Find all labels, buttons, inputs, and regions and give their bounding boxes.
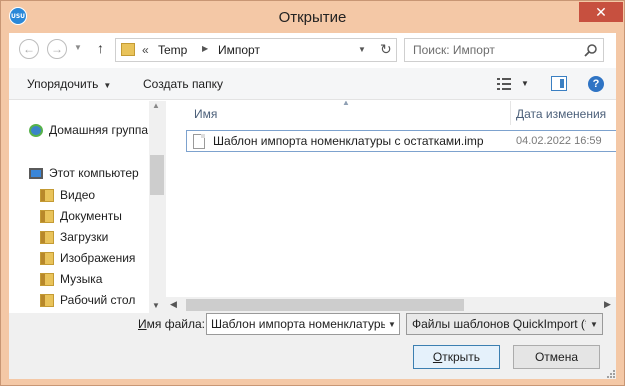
nav-item-label: Музыка bbox=[60, 272, 103, 286]
filename-value: Шаблон импорта номенклатуры с остатками.… bbox=[211, 317, 399, 331]
breadcrumb-overflow[interactable]: « bbox=[142, 43, 149, 57]
open-file-dialog: USU Открытие ✕ ← → ▼ ↑ « Temp ▶ Импорт ▼… bbox=[0, 0, 625, 386]
back-button[interactable]: ← bbox=[19, 39, 39, 59]
video-folder-icon bbox=[40, 188, 54, 202]
breadcrumb-temp[interactable]: Temp bbox=[158, 43, 187, 57]
documents-folder-icon bbox=[40, 209, 54, 223]
column-headers: ▲ Имя Дата изменения bbox=[166, 101, 616, 125]
nav-item-label: Изображения bbox=[60, 251, 136, 265]
file-row[interactable]: Шаблон импорта номенклатуры с остатками.… bbox=[186, 130, 616, 152]
nav-item-videos[interactable]: Видео bbox=[40, 186, 95, 204]
file-list: ▲ Имя Дата изменения Шаблон импорта номе… bbox=[165, 101, 616, 313]
music-folder-icon bbox=[40, 272, 54, 286]
open-button[interactable]: Открыть bbox=[413, 345, 500, 369]
dialog-client-area: ← → ▼ ↑ « Temp ▶ Импорт ▼ ↻ Поиск: Импор… bbox=[9, 33, 616, 379]
folder-icon bbox=[121, 43, 135, 56]
dialog-footer: Имя файла: Шаблон импорта номенклатуры с… bbox=[9, 313, 616, 379]
nav-item-downloads[interactable]: Загрузки bbox=[40, 228, 108, 246]
file-type-value: Файлы шаблонов QuickImport (*.imp) bbox=[412, 317, 603, 331]
nav-item-this-pc[interactable]: Этот компьютер bbox=[29, 164, 139, 182]
breadcrumb-import[interactable]: Импорт bbox=[218, 43, 260, 57]
scrollbar-thumb[interactable] bbox=[186, 299, 464, 311]
nav-item-label: Этот компьютер bbox=[49, 166, 139, 180]
resize-grip-icon[interactable] bbox=[606, 369, 615, 378]
nav-item-music[interactable]: Музыка bbox=[40, 270, 102, 288]
navigation-pane: Домашняя группа Этот компьютер Видео Док… bbox=[9, 101, 165, 313]
command-bar: Упорядочить ▼ Создать папку ▼ ? bbox=[9, 68, 616, 100]
nav-item-documents[interactable]: Документы bbox=[40, 207, 122, 225]
computer-icon bbox=[29, 167, 43, 179]
view-list-icon[interactable] bbox=[497, 78, 511, 90]
nav-pane-scrollbar[interactable]: ▲ ▼ bbox=[149, 101, 165, 313]
homegroup-icon bbox=[29, 123, 43, 137]
file-date-modified: 04.02.2022 16:59 bbox=[516, 135, 602, 147]
nav-item-desktop[interactable]: Рабочий стол bbox=[40, 291, 135, 309]
scroll-left-icon[interactable]: ◀ bbox=[170, 299, 177, 310]
breadcrumb-separator-icon[interactable]: ▶ bbox=[202, 44, 208, 53]
address-bar[interactable]: « Temp ▶ Импорт ▼ ↻ bbox=[115, 38, 397, 62]
desktop-folder-icon bbox=[40, 293, 54, 307]
scrollbar-thumb[interactable] bbox=[150, 155, 164, 195]
nav-item-label: Домашняя группа bbox=[49, 123, 149, 137]
horizontal-scrollbar[interactable]: ◀ ▶ bbox=[166, 297, 616, 313]
filename-label: Имя файла: bbox=[138, 317, 205, 331]
search-placeholder: Поиск: Импорт bbox=[413, 43, 495, 57]
sort-ascending-icon: ▲ bbox=[342, 101, 350, 107]
filename-field[interactable]: Шаблон импорта номенклатуры с остатками.… bbox=[206, 313, 400, 335]
search-input[interactable]: Поиск: Импорт bbox=[404, 38, 604, 62]
nav-item-label: Видео bbox=[60, 188, 96, 202]
file-type-dropdown[interactable]: ▼ bbox=[586, 314, 602, 334]
file-type-select[interactable]: Файлы шаблонов QuickImport (*.imp) ▼ bbox=[406, 313, 603, 335]
up-button[interactable]: ↑ bbox=[97, 40, 104, 56]
help-icon[interactable]: ? bbox=[588, 76, 604, 92]
file-name: Шаблон импорта номенклатуры с остатками.… bbox=[213, 134, 484, 148]
view-options-dropdown[interactable]: ▼ bbox=[521, 79, 529, 88]
close-button[interactable]: ✕ bbox=[579, 2, 623, 22]
file-icon bbox=[193, 134, 205, 149]
preview-pane-icon[interactable] bbox=[551, 76, 567, 91]
column-header-name[interactable]: Имя bbox=[194, 107, 217, 121]
title-bar[interactable]: USU Открытие ✕ bbox=[1, 1, 624, 33]
nav-item-label: Рабочий стол bbox=[60, 293, 136, 307]
scroll-up-icon[interactable]: ▲ bbox=[152, 101, 160, 110]
cancel-button[interactable]: Отмена bbox=[513, 345, 600, 369]
downloads-folder-icon bbox=[40, 230, 54, 244]
search-icon[interactable] bbox=[583, 42, 599, 58]
scroll-right-icon[interactable]: ▶ bbox=[604, 299, 611, 310]
forward-button[interactable]: → bbox=[47, 39, 67, 59]
recent-locations-dropdown[interactable]: ▼ bbox=[74, 43, 82, 52]
navigation-bar: ← → ▼ ↑ « Temp ▶ Импорт ▼ ↻ Поиск: Импор… bbox=[9, 33, 616, 67]
scroll-down-icon[interactable]: ▼ bbox=[152, 301, 160, 310]
nav-item-label: Загрузки bbox=[60, 230, 109, 244]
column-divider[interactable] bbox=[510, 101, 511, 125]
pictures-folder-icon bbox=[40, 251, 54, 265]
address-dropdown[interactable]: ▼ bbox=[358, 45, 366, 54]
nav-item-label: Документы bbox=[60, 209, 122, 223]
nav-item-pictures[interactable]: Изображения bbox=[40, 249, 135, 267]
organize-menu[interactable]: Упорядочить ▼ bbox=[27, 77, 111, 91]
nav-item-homegroup[interactable]: Домашняя группа bbox=[29, 121, 148, 139]
window-title: Открытие bbox=[278, 9, 347, 26]
refresh-icon[interactable]: ↻ bbox=[380, 41, 392, 58]
filename-dropdown[interactable]: ▼ bbox=[385, 314, 399, 334]
column-header-date-modified[interactable]: Дата изменения bbox=[516, 107, 606, 121]
new-folder-button[interactable]: Создать папку bbox=[143, 77, 223, 91]
